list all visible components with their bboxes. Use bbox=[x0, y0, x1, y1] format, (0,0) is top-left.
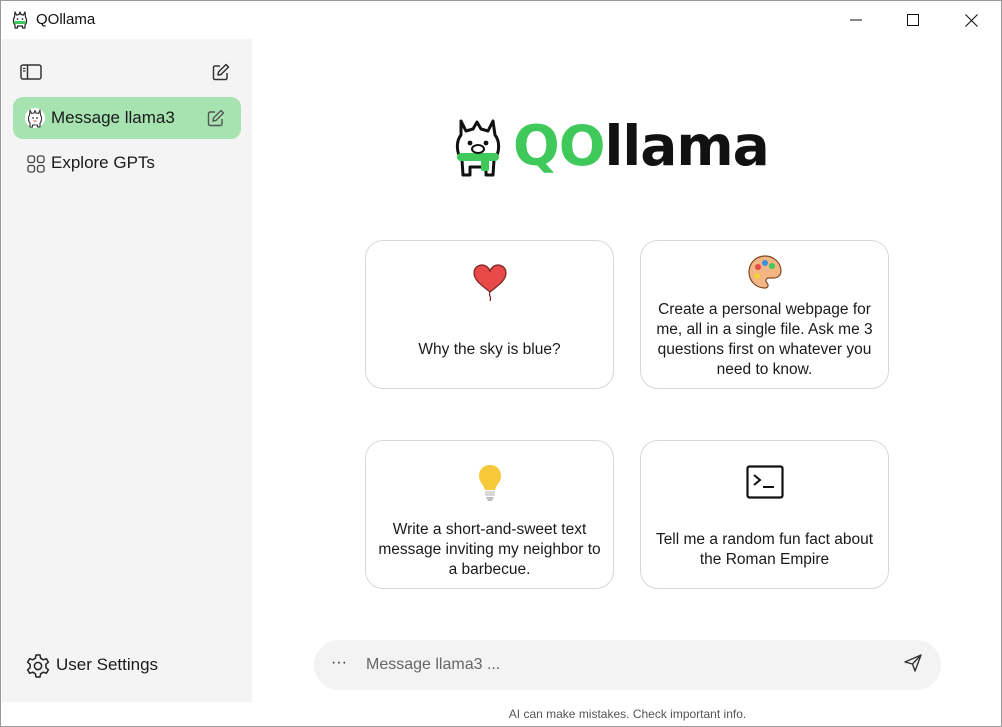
grid-icon bbox=[27, 155, 45, 173]
close-button[interactable] bbox=[942, 1, 1000, 39]
sidebar: Message llama3 Explore GPTs User Setting… bbox=[2, 39, 252, 702]
qollama-logo: QOllama bbox=[453, 114, 803, 179]
suggestion-text: Write a short-and-sweet text message inv… bbox=[378, 521, 601, 578]
suggestion-card[interactable]: Write a short-and-sweet text message inv… bbox=[365, 440, 614, 589]
logo-wordmark: QOllama bbox=[513, 111, 770, 181]
gear-icon bbox=[25, 653, 51, 679]
sidebar-item-label: Explore GPTs bbox=[51, 153, 155, 172]
logo-rest-text: llama bbox=[604, 114, 770, 178]
maximize-button[interactable] bbox=[884, 1, 942, 39]
suggestion-text: Tell me a random fun fact about the Roma… bbox=[655, 531, 874, 568]
suggestion-card[interactable]: Create a personal webpage for me, all in… bbox=[640, 240, 889, 389]
suggestion-card[interactable]: Tell me a random fun fact about the Roma… bbox=[640, 440, 889, 589]
toggle-sidebar-button[interactable] bbox=[18, 59, 44, 85]
suggestion-text: Create a personal webpage for me, all in… bbox=[656, 301, 873, 378]
suggestion-text: Why the sky is blue? bbox=[418, 341, 561, 358]
user-settings-button[interactable]: User Settings bbox=[22, 651, 192, 681]
minimize-button[interactable] bbox=[827, 1, 885, 39]
send-icon bbox=[904, 654, 922, 672]
message-composer: ··· bbox=[314, 640, 941, 690]
logo-accent-text: QO bbox=[513, 114, 606, 178]
new-chat-icon bbox=[212, 63, 230, 81]
sidebar-item-explore-gpts[interactable]: Explore GPTs bbox=[13, 143, 241, 183]
window-title: QOllama bbox=[36, 11, 96, 28]
sidebar-item-label: Message llama3 bbox=[51, 108, 175, 127]
suggestion-card[interactable]: Why the sky is blue? bbox=[365, 240, 614, 389]
palette-icon bbox=[747, 254, 783, 295]
edit-icon[interactable] bbox=[207, 109, 225, 127]
message-input[interactable] bbox=[366, 653, 866, 677]
lightbulb-icon bbox=[477, 463, 503, 508]
llama-mascot-icon bbox=[453, 117, 503, 179]
llama-app-icon bbox=[12, 11, 28, 29]
send-button[interactable] bbox=[903, 653, 927, 677]
heart-balloon-icon bbox=[471, 262, 509, 307]
close-icon bbox=[964, 13, 978, 27]
terminal-icon bbox=[745, 465, 784, 504]
new-chat-button[interactable] bbox=[208, 59, 234, 85]
sidebar-item-message-llama3[interactable]: Message llama3 bbox=[13, 97, 241, 139]
llama-avatar-icon bbox=[25, 107, 45, 129]
more-options-button[interactable]: ··· bbox=[328, 652, 350, 678]
title-bar: QOllama bbox=[1, 1, 1001, 39]
disclaimer-text: AI can make mistakes. Check important in… bbox=[508, 707, 747, 721]
app-window: QOllama Message llama3 Explore GPTs User… bbox=[0, 0, 1002, 727]
maximize-icon bbox=[907, 14, 919, 26]
minimize-icon bbox=[850, 19, 862, 21]
sidebar-toggle-icon bbox=[20, 64, 42, 80]
user-settings-label: User Settings bbox=[56, 655, 159, 674]
